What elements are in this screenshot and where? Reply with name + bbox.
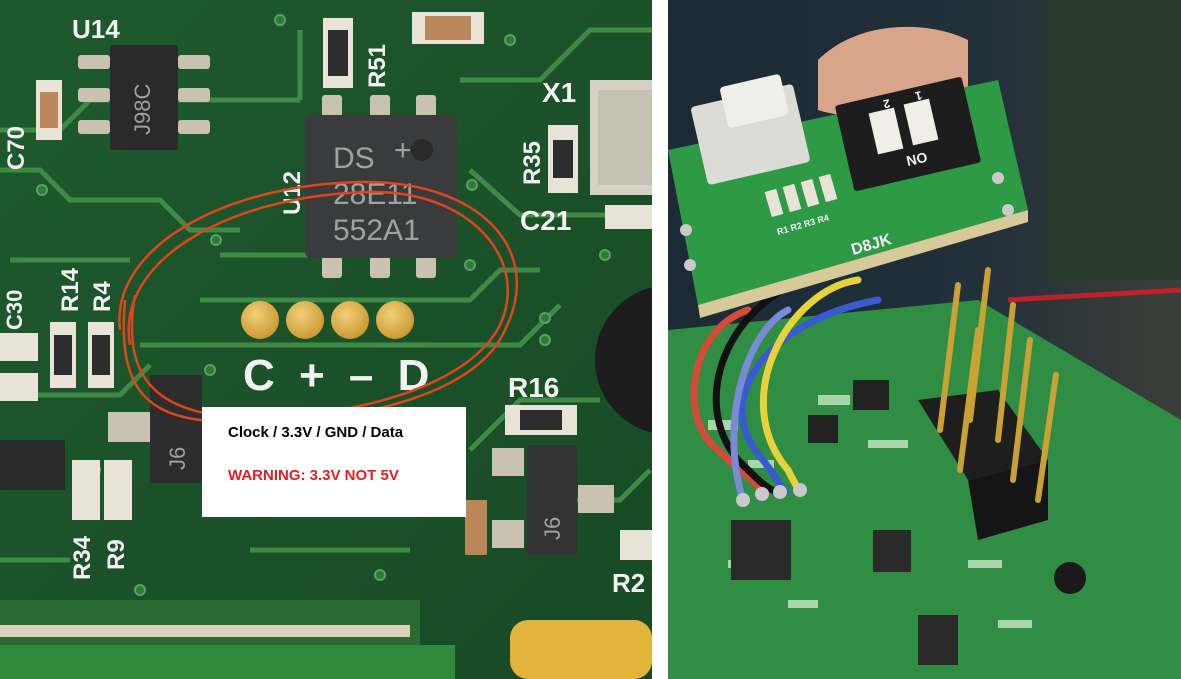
- main-board-ic: [731, 520, 791, 580]
- left-capacitor-2: [0, 373, 38, 401]
- voltage-warning-text: WARNING: 3.3V NOT 5V: [228, 467, 399, 484]
- r9-label: R9: [103, 539, 130, 570]
- c30-label: C30: [2, 290, 27, 330]
- clock-pad: [241, 301, 279, 339]
- c70-body: [40, 92, 58, 128]
- module-wiring-drawing: ON 2 1 D8JK R1 R2 R3 R4: [668, 0, 1181, 679]
- main-board-sot-2: [808, 415, 838, 443]
- r9-resistor: [104, 460, 132, 520]
- c70-label: C70: [3, 126, 30, 170]
- r16-body: [520, 410, 562, 430]
- r16-label: R16: [508, 372, 559, 403]
- c21-label: C21: [520, 205, 571, 236]
- r14-body: [54, 335, 72, 375]
- yellow-component: [510, 620, 652, 679]
- header-pins: [0, 625, 410, 637]
- u14-marking: J98C: [130, 84, 155, 135]
- module-wiring-photo: ON 2 1 D8JK R1 R2 R3 R4: [668, 0, 1181, 679]
- r2-resistor: [620, 530, 652, 560]
- left-transistor: [0, 440, 65, 490]
- j6-left-marking: J6: [165, 447, 190, 470]
- r34-label: R34: [69, 535, 96, 580]
- vcc-pad: [286, 301, 324, 339]
- header-body: [0, 645, 455, 679]
- j6-pad-2: [492, 520, 524, 548]
- j6-pad-1: [492, 448, 524, 476]
- lower-capacitor: [465, 500, 487, 555]
- r35-label: R35: [519, 141, 546, 185]
- x1-label: X1: [542, 77, 576, 108]
- r2-label: R2: [612, 568, 645, 598]
- chip-line3: 552A1: [333, 214, 420, 247]
- mounting-hole: [1054, 562, 1086, 594]
- background-bench: [1048, 0, 1181, 280]
- main-board-sot: [853, 380, 889, 410]
- r51-resistor: [323, 18, 353, 88]
- main-board-transistor: [918, 615, 958, 665]
- top-capacitor-body: [425, 16, 471, 40]
- r4-body: [92, 335, 110, 375]
- x1-crystal: [590, 80, 652, 195]
- r51-label: R51: [364, 44, 391, 88]
- u12-label: U12: [279, 171, 306, 215]
- c21-capacitor: [605, 205, 652, 229]
- r14-label: R14: [57, 267, 84, 312]
- r35-body: [553, 140, 573, 178]
- r4-label: R4: [89, 281, 116, 312]
- ds28e11-chip: DS + 28E11 552A1: [305, 95, 457, 278]
- pcb-closeup-photo: J98C U14 R51 DS + 28E11 552A1 U12 X1 R35…: [0, 0, 652, 679]
- u14-label: U14: [72, 14, 120, 44]
- gnd-pad: [331, 301, 369, 339]
- data-pad: [376, 301, 414, 339]
- main-board-ic-small: [873, 530, 911, 572]
- j6-pad-3: [578, 485, 614, 513]
- j6-marking: J6: [540, 517, 565, 540]
- chip-line1: DS: [333, 142, 375, 175]
- j6-left-pad: [108, 412, 150, 442]
- pin-order-text: Clock / 3.3V / GND / Data: [228, 424, 404, 441]
- r34-resistor: [72, 460, 100, 520]
- chip-pin1-mark: +: [394, 134, 412, 167]
- annotation-note: Clock / 3.3V / GND / Data WARNING: 3.3V …: [202, 407, 466, 517]
- pcb-closeup-drawing: J98C U14 R51 DS + 28E11 552A1 U12 X1 R35…: [0, 0, 652, 679]
- left-capacitor-1: [0, 333, 38, 361]
